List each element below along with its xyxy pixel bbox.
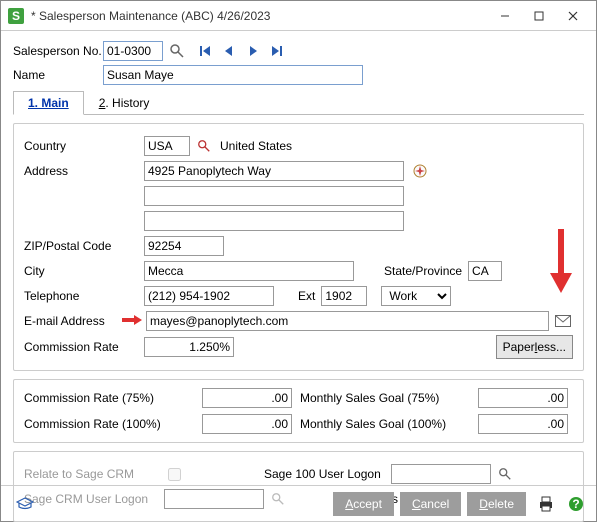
titlebar: S * Salesperson Maintenance (ABC) 4/26/2… bbox=[1, 1, 596, 31]
salesperson-no-label: Salesperson No. bbox=[13, 44, 103, 58]
country-lookup-icon[interactable] bbox=[194, 136, 214, 156]
help-icon[interactable]: ? bbox=[566, 494, 586, 514]
nav-first-icon[interactable] bbox=[195, 41, 215, 61]
msg100-label: Monthly Sales Goal (100%) bbox=[300, 417, 470, 431]
footer: Accept Cancel Delete ? bbox=[1, 485, 596, 521]
ext-input[interactable] bbox=[321, 286, 367, 306]
nav-next-icon[interactable] bbox=[243, 41, 263, 61]
pointer-arrow-icon bbox=[122, 314, 142, 328]
address-label: Address bbox=[24, 164, 144, 178]
city-input[interactable] bbox=[144, 261, 354, 281]
tab-bar: 1. Main 2. History bbox=[13, 91, 584, 115]
tab-main-label: 1. Main bbox=[28, 96, 69, 110]
name-label: Name bbox=[13, 68, 103, 82]
country-name: United States bbox=[220, 139, 292, 153]
minimize-button[interactable] bbox=[488, 4, 522, 28]
address1-input[interactable] bbox=[144, 161, 404, 181]
cancel-button[interactable]: Cancel bbox=[400, 492, 461, 516]
tab-history[interactable]: 2. History bbox=[84, 91, 165, 115]
telephone-input[interactable] bbox=[144, 286, 274, 306]
tab-main[interactable]: 1. Main bbox=[13, 91, 84, 115]
print-icon[interactable] bbox=[536, 494, 556, 514]
msg75-label: Monthly Sales Goal (75%) bbox=[300, 391, 470, 405]
window-title: * Salesperson Maintenance (ABC) 4/26/202… bbox=[31, 9, 488, 23]
address3-input[interactable] bbox=[144, 211, 404, 231]
accept-button[interactable]: Accept bbox=[333, 492, 394, 516]
msg100-input[interactable] bbox=[478, 414, 568, 434]
salesperson-no-input[interactable] bbox=[103, 41, 163, 61]
lookup-icon[interactable] bbox=[167, 41, 187, 61]
name-input[interactable] bbox=[103, 65, 363, 85]
maximize-button[interactable] bbox=[522, 4, 556, 28]
cr75-label: Commission Rate (75%) bbox=[24, 391, 194, 405]
telephone-label: Telephone bbox=[24, 289, 144, 303]
commission-input[interactable] bbox=[144, 337, 234, 357]
app-icon: S bbox=[7, 7, 25, 25]
svg-text:S: S bbox=[12, 9, 20, 23]
msg75-input[interactable] bbox=[478, 388, 568, 408]
zip-label: ZIP/Postal Code bbox=[24, 239, 144, 253]
commission-label: Commission Rate bbox=[24, 340, 144, 354]
sage100-logon-input[interactable] bbox=[391, 464, 491, 484]
main-panel: Country United States Address ZIP/Postal… bbox=[13, 123, 584, 371]
state-input[interactable] bbox=[468, 261, 502, 281]
city-label: City bbox=[24, 264, 144, 278]
delete-button[interactable]: Delete bbox=[467, 492, 526, 516]
cr75-input[interactable] bbox=[202, 388, 292, 408]
svg-text:?: ? bbox=[572, 497, 579, 511]
address2-input[interactable] bbox=[144, 186, 404, 206]
zip-input[interactable] bbox=[144, 236, 224, 256]
country-label: Country bbox=[24, 139, 144, 153]
country-input[interactable] bbox=[144, 136, 190, 156]
paperless-button[interactable]: Paperless... bbox=[496, 335, 573, 359]
relate-crm-checkbox bbox=[168, 468, 181, 481]
sage100-logon-label: Sage 100 User Logon bbox=[264, 467, 381, 481]
relate-crm-label: Relate to Sage CRM bbox=[24, 467, 164, 481]
nav-prev-icon[interactable] bbox=[219, 41, 239, 61]
email-icon[interactable] bbox=[553, 311, 573, 331]
phone-type-select[interactable]: Work bbox=[381, 286, 451, 306]
sage100-logon-lookup-icon[interactable] bbox=[495, 464, 515, 484]
email-input[interactable] bbox=[146, 311, 549, 331]
map-icon[interactable] bbox=[410, 161, 430, 181]
cr100-label: Commission Rate (100%) bbox=[24, 417, 194, 431]
close-button[interactable] bbox=[556, 4, 590, 28]
cr100-input[interactable] bbox=[202, 414, 292, 434]
education-icon[interactable] bbox=[15, 494, 35, 514]
ext-label: Ext bbox=[298, 289, 315, 303]
email-label: E-mail Address bbox=[24, 314, 120, 328]
nav-last-icon[interactable] bbox=[267, 41, 287, 61]
state-label: State/Province bbox=[384, 264, 462, 278]
goals-panel: Commission Rate (75%) Monthly Sales Goal… bbox=[13, 379, 584, 443]
